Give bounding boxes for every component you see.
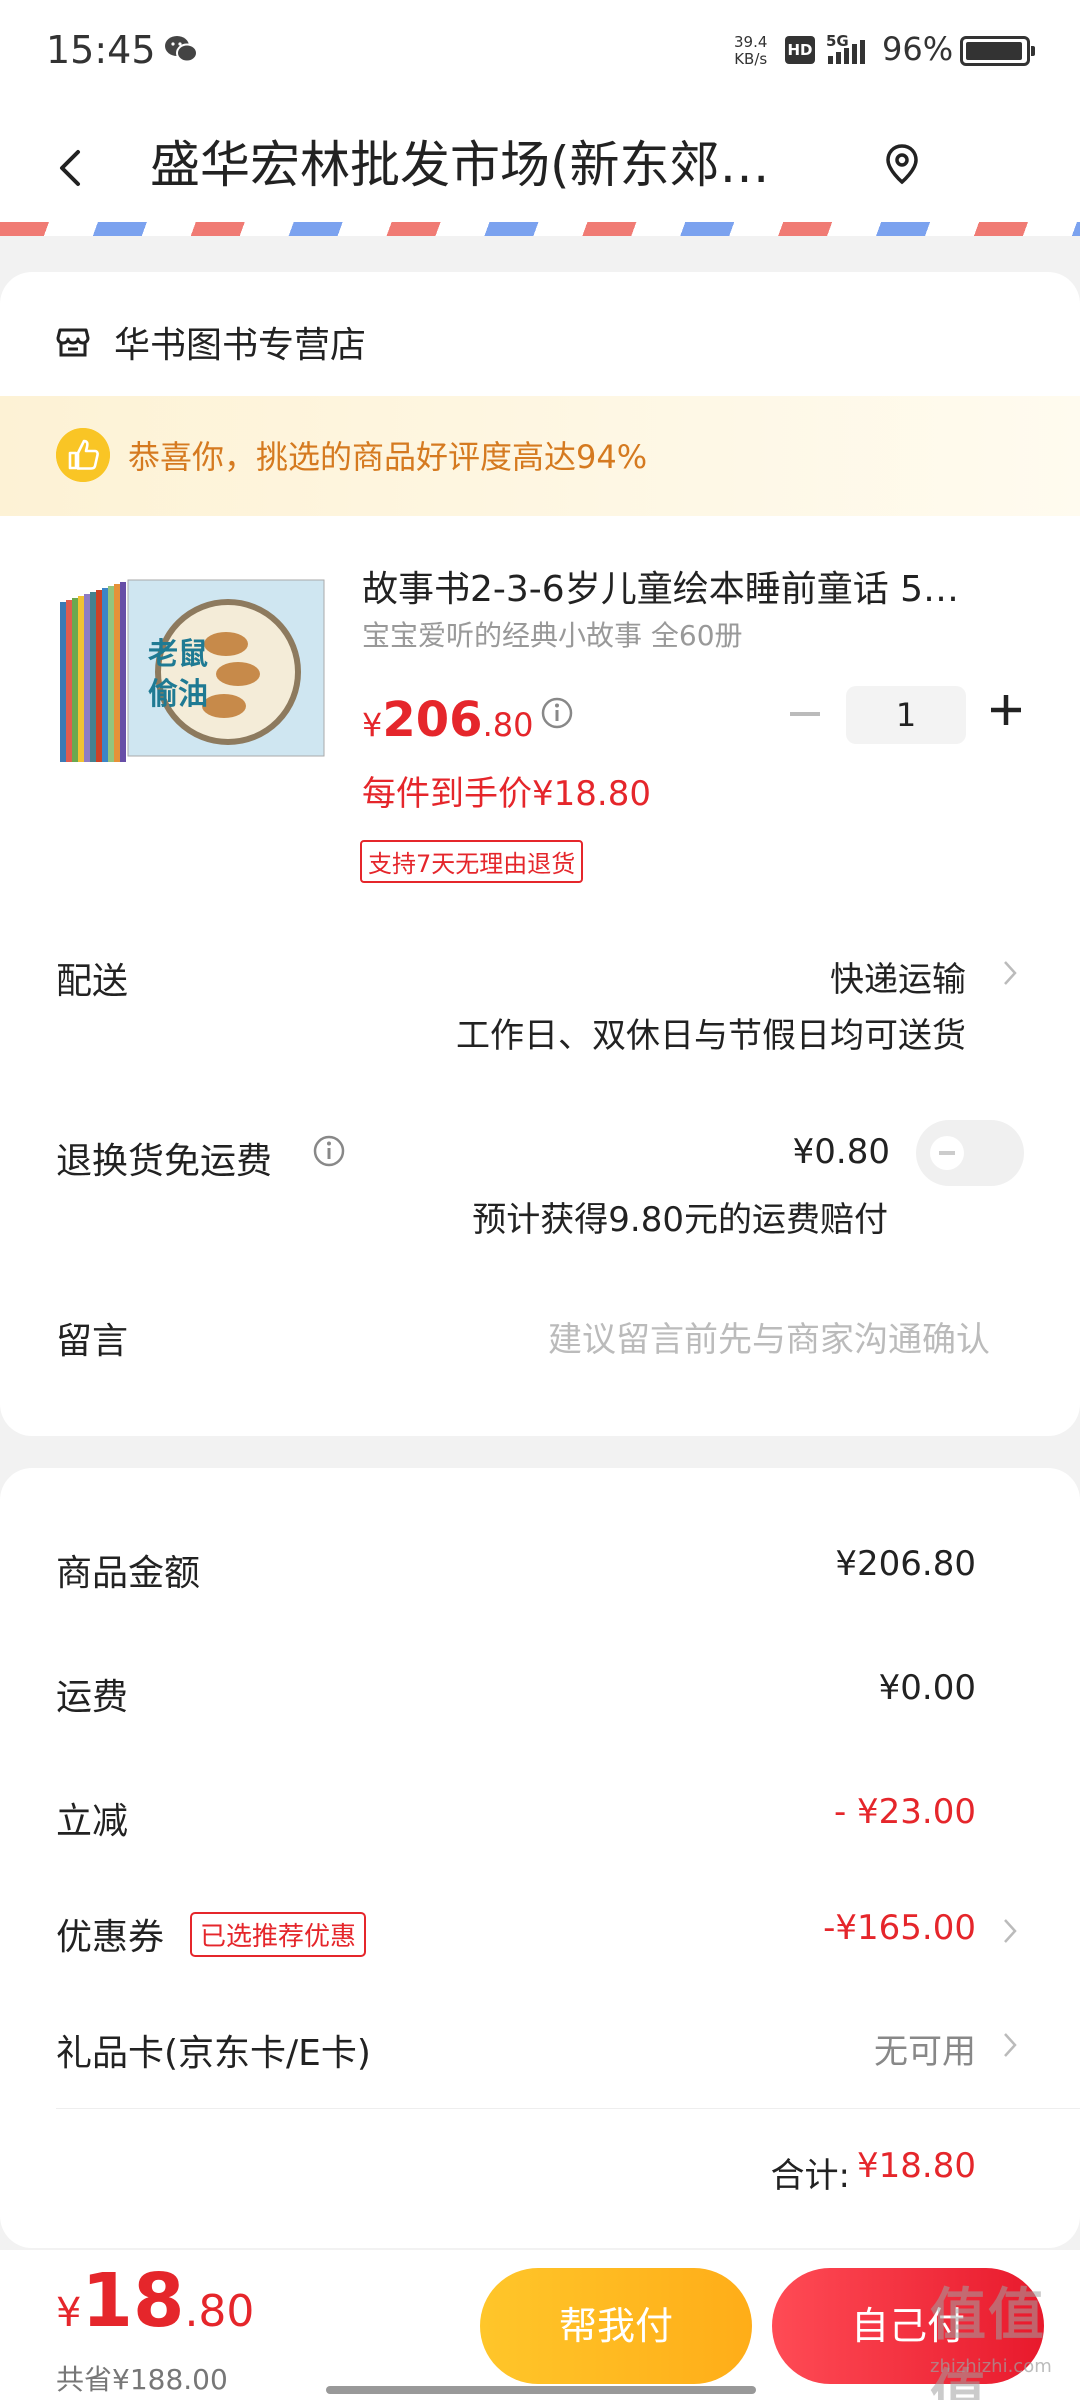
cover-title-line1: 老鼠 [148, 637, 208, 672]
battery-icon [960, 36, 1035, 66]
price-integer: 206 [382, 692, 483, 748]
return-shipping-label: 退换货免运费 [56, 1141, 273, 1182]
home-indicator[interactable] [326, 2386, 756, 2394]
total-value: ¥18.80 [857, 2146, 976, 2186]
shop-header[interactable]: 华书图书专营店 [56, 312, 366, 372]
quantity-plus-button[interactable] [988, 692, 1024, 728]
store-icon [56, 328, 90, 357]
svg-text:5G: 5G [826, 32, 849, 50]
battery-percent: 96% [882, 30, 954, 68]
status-time: 15:45 [46, 28, 156, 72]
quantity-minus-button[interactable] [790, 712, 820, 716]
per-item-price: 每件到手价¥18.80 [362, 774, 651, 814]
book-spines [60, 582, 126, 762]
return-shipping-note: 预计获得9.80元的运费赔付 [472, 1200, 888, 1240]
total-saved: 共省¥188.00 [56, 2363, 228, 2396]
message-label: 留言 [56, 1321, 129, 1362]
delivery-method[interactable]: 快递运输 [830, 952, 966, 1001]
gift-card-value[interactable]: 无可用 [874, 2024, 976, 2073]
watermark: 值值值 [930, 2283, 1046, 2400]
price-integer: 18 [81, 2258, 185, 2344]
network-speed-unit: KB/s [734, 50, 768, 68]
delivery-label: 配送 [56, 961, 129, 1002]
location-pin-icon[interactable] [882, 140, 922, 190]
instant-discount-value: - ¥23.00 [833, 1792, 976, 1832]
checkout-price: ¥18.80 [56, 2258, 254, 2344]
praise-text: 恭喜你，挑选的商品好评度高达94% [128, 438, 648, 476]
refund-policy-tag: 支持7天无理由退货 [360, 840, 584, 883]
status-bar: 15:45 39.4 KB/s HD 5G 96% [0, 0, 1080, 100]
instant-discount-label: 立减 [56, 1801, 129, 1842]
delivery-note: 工作日、双休日与节假日均可送货 [456, 1016, 966, 1056]
price-summary-card: 商品金额 ¥206.80 运费 ¥0.00 立减 - ¥23.00 优惠券 已选… [0, 1468, 1080, 2248]
page-title[interactable]: 盛华宏林批发市场(新东郊… [150, 128, 840, 202]
coupon-tag: 已选推荐优惠 [190, 1912, 367, 1957]
watermark-site: zhizhizhi.com [930, 2356, 1052, 2377]
product-image[interactable]: 老鼠 偷油 [56, 572, 326, 772]
goods-amount-value: ¥206.80 [835, 1544, 976, 1584]
price-decimal: .80 [482, 706, 534, 744]
network-speed-value: 39.4 [734, 33, 768, 51]
price-currency: ¥ [362, 706, 383, 744]
battery-fill [966, 42, 1022, 60]
order-card: 华书图书专营店 恭喜你，挑选的商品好评度高达94% 老鼠 偷油 故事书2-3-6… [0, 272, 1080, 1436]
help-me-pay-button[interactable]: 帮我付 [480, 2268, 752, 2384]
return-shipping-toggle[interactable] [916, 1120, 1024, 1186]
return-shipping-price: ¥0.80 [792, 1132, 890, 1172]
coupon-value[interactable]: -¥165.00 [823, 1908, 976, 1948]
thumbs-up-icon [56, 428, 110, 482]
product-subtitle: 宝宝爱听的经典小故事 全60册 [362, 619, 743, 652]
price-currency: ¥ [56, 2290, 82, 2336]
praise-banner: 恭喜你，挑选的商品好评度高达94% [0, 396, 1080, 516]
nav-bar: 盛华宏林批发市场(新东郊… [0, 100, 1080, 230]
price-decimal: .80 [184, 2286, 255, 2337]
quantity-input[interactable]: 1 [846, 686, 966, 744]
coupon-label: 优惠券 [56, 1917, 165, 1958]
airmail-stripe [0, 222, 1080, 236]
cover-title-line2: 偷油 [148, 677, 208, 712]
shipping-fee-value: ¥0.00 [878, 1668, 976, 1708]
gift-card-label: 礼品卡(京东卡/E卡) [56, 2033, 371, 2074]
wechat-icon [165, 36, 198, 63]
signal-icon: 5G [826, 32, 865, 64]
goods-amount-label: 商品金额 [56, 1553, 201, 1594]
message-input[interactable]: 建议留言前先与商家沟通确认 [548, 1312, 990, 1361]
chevron-right-icon[interactable] [1000, 1916, 1020, 1946]
network-speed: 39.4 KB/s [734, 34, 767, 68]
shipping-fee-label: 运费 [56, 1677, 129, 1718]
product-title[interactable]: 故事书2-3-6岁儿童绘本睡前童话 5… [362, 560, 1022, 612]
back-icon[interactable] [50, 138, 90, 198]
hd-badge: HD [785, 36, 815, 64]
shop-name: 华书图书专营店 [114, 325, 367, 366]
toggle-knob [930, 1136, 964, 1170]
info-icon[interactable] [312, 1134, 346, 1168]
chevron-right-icon[interactable] [1000, 958, 1020, 988]
divider [56, 2108, 1080, 2109]
total-label: 合计: [770, 2156, 850, 2196]
info-icon[interactable] [540, 696, 574, 730]
product-price: ¥206.80 [362, 692, 533, 748]
checkout-bar: ¥18.80 共省¥188.00 帮我付 自己付 [0, 2250, 1080, 2400]
chevron-right-icon[interactable] [1000, 2030, 1020, 2060]
